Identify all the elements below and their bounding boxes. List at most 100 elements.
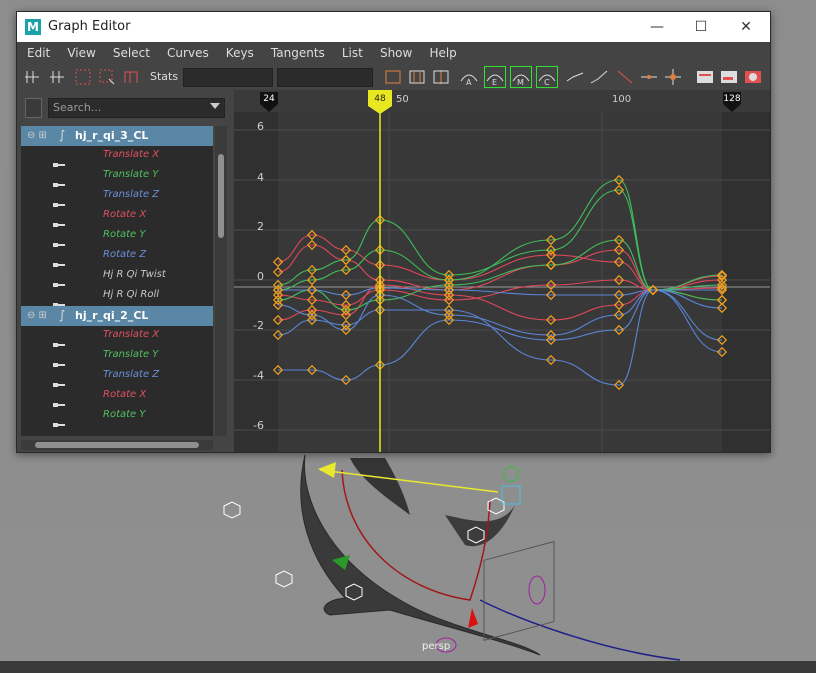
plateau-tangent-icon[interactable] — [639, 67, 659, 87]
y-tick-label: -4 — [253, 369, 264, 382]
outliner-attribute-row[interactable]: Translate Z — [21, 366, 213, 387]
outliner-attribute-row[interactable]: Translate X — [21, 326, 213, 347]
scroll-thumb[interactable] — [35, 442, 199, 448]
outliner-node-row[interactable]: ⊖ ⊞ ∫ hj_r_qi_2_CL — [21, 306, 213, 326]
outliner-attribute-row[interactable]: Translate Y — [21, 166, 213, 187]
outliner-horizontal-scrollbar[interactable] — [21, 440, 213, 450]
minimize-button[interactable]: — — [646, 16, 668, 38]
search-input[interactable]: Search... — [48, 98, 225, 118]
search-dropdown-icon[interactable] — [210, 103, 220, 109]
clamped-tangent-letter: M — [517, 78, 524, 87]
region-tool-icon[interactable] — [97, 67, 117, 87]
maximize-button[interactable]: ☐ — [690, 16, 712, 38]
stats-value-field[interactable] — [277, 68, 373, 87]
animation-channel-icon — [53, 333, 65, 347]
menu-edit[interactable]: Edit — [27, 42, 50, 64]
outliner-vertical-scrollbar[interactable] — [215, 126, 227, 436]
attribute-label: Translate Y — [103, 349, 159, 360]
x-tick-label: 50 — [396, 94, 409, 105]
lattice-deform-icon[interactable] — [73, 67, 93, 87]
y-tick-label: 6 — [257, 120, 264, 133]
outliner-attribute-row[interactable]: Rotate X — [21, 206, 213, 227]
animation-channel-icon — [53, 273, 65, 287]
menu-view[interactable]: View — [67, 42, 95, 64]
menu-tangents[interactable]: Tangents — [271, 42, 325, 64]
animation-channel-icon — [53, 213, 65, 227]
curve-node-icon: ∫ — [59, 128, 66, 142]
scroll-thumb[interactable] — [218, 154, 224, 238]
retime-tool-icon[interactable] — [121, 67, 141, 87]
menu-keys[interactable]: Keys — [226, 42, 254, 64]
menu-curves[interactable]: Curves — [167, 42, 209, 64]
dope-sheet-icon[interactable] — [695, 67, 715, 87]
search-placeholder: Search... — [53, 101, 102, 114]
out-of-range-shade — [234, 112, 278, 452]
frame-all-icon[interactable] — [383, 67, 403, 87]
clamped-tangent-icon[interactable]: M — [510, 66, 532, 88]
frame-playback-icon[interactable] — [407, 67, 427, 87]
attribute-label: Translate Y — [103, 169, 159, 180]
spline-tangent-icon[interactable]: E — [484, 66, 506, 88]
outliner-attribute-row[interactable]: Translate Z — [21, 186, 213, 207]
animation-channel-icon — [53, 393, 65, 407]
attribute-label: Rotate Z — [103, 249, 147, 260]
timeline-ruler[interactable] — [0, 661, 816, 673]
animation-channel-icon — [53, 253, 65, 267]
key-stats-icon[interactable] — [663, 67, 683, 87]
range-end-marker-label: 128 — [723, 94, 740, 104]
filter-icon[interactable] — [25, 98, 42, 118]
menu-list[interactable]: List — [342, 42, 363, 64]
trax-editor-icon[interactable] — [719, 67, 739, 87]
out-of-range-shade — [722, 112, 770, 452]
expand-collapse-icon[interactable]: ⊖ ⊞ — [27, 310, 47, 321]
attribute-label: Rotate X — [103, 209, 147, 220]
toolbar: Stats A E M C — [17, 64, 770, 90]
move-nearest-key-icon[interactable] — [23, 67, 43, 87]
expand-collapse-icon[interactable]: ⊖ ⊞ — [27, 130, 47, 141]
step-tangent-icon[interactable] — [589, 67, 609, 87]
attribute-label: Rotate Y — [103, 409, 146, 420]
outliner-attribute-row[interactable]: Translate X — [21, 146, 213, 167]
curve-outliner: Search... ⊖ ⊞ ∫ hj_r_qi_3_CL Translate X Tra… — [17, 90, 232, 452]
menu-select[interactable]: Select — [113, 42, 150, 64]
stats-frame-field[interactable] — [183, 68, 273, 87]
outliner-attribute-row[interactable]: Hj R Qi Roll — [21, 286, 213, 307]
outliner-attribute-row[interactable]: Rotate X — [21, 386, 213, 407]
animation-channel-icon — [53, 193, 65, 207]
outliner-attribute-row[interactable]: Translate Y — [21, 346, 213, 367]
range-start-marker-label: 24 — [263, 94, 275, 104]
window-title: Graph Editor — [48, 19, 131, 34]
current-time-label: 48 — [374, 94, 386, 104]
node-label: hj_r_qi_3_CL — [75, 129, 149, 142]
menu-show[interactable]: Show — [380, 42, 412, 64]
y-tick-label: -2 — [253, 319, 264, 332]
outliner-attribute-row[interactable]: Hj R Qi Twist — [21, 266, 213, 287]
time-ruler — [234, 90, 770, 112]
close-button[interactable]: ✕ — [735, 16, 757, 38]
node-label: hj_r_qi_2_CL — [75, 309, 149, 322]
attribute-label: Hj R Qi Twist — [103, 269, 166, 280]
center-current-time-icon[interactable] — [431, 67, 451, 87]
outliner-list[interactable]: ⊖ ⊞ ∫ hj_r_qi_3_CL Translate X Translate Y Tr… — [21, 126, 213, 436]
insert-key-icon[interactable] — [47, 67, 67, 87]
auto-tangent-icon[interactable]: A — [459, 67, 479, 87]
time-editor-icon[interactable] — [743, 67, 763, 87]
attribute-label: Rotate X — [103, 389, 147, 400]
curve-graph[interactable]: 6 4 2 0 -2 -4 -6 50 100 24 128 48 — [234, 90, 770, 452]
outliner-attribute-row[interactable]: Rotate Y — [21, 226, 213, 247]
title-bar[interactable]: M Graph Editor — ☐ ✕ — [17, 12, 770, 42]
outliner-attribute-row[interactable]: Rotate Y — [21, 406, 213, 427]
graph-view[interactable]: 6 4 2 0 -2 -4 -6 50 100 24 128 48 — [234, 90, 770, 452]
flat-tangent-icon[interactable] — [565, 67, 585, 87]
linear-tangent-icon[interactable]: C — [536, 66, 558, 88]
curve-node-icon: ∫ — [59, 308, 66, 322]
outliner-attribute-row[interactable]: Rotate Z — [21, 246, 213, 267]
attribute-label: Translate Z — [103, 369, 160, 380]
animation-channel-icon — [53, 173, 65, 187]
linear-curve-icon[interactable] — [615, 67, 635, 87]
animation-channel-icon — [53, 413, 65, 427]
y-tick-label: 0 — [257, 270, 264, 283]
menu-help[interactable]: Help — [429, 42, 456, 64]
outliner-node-row[interactable]: ⊖ ⊞ ∫ hj_r_qi_3_CL — [21, 126, 213, 146]
x-tick-label: 100 — [612, 94, 631, 105]
